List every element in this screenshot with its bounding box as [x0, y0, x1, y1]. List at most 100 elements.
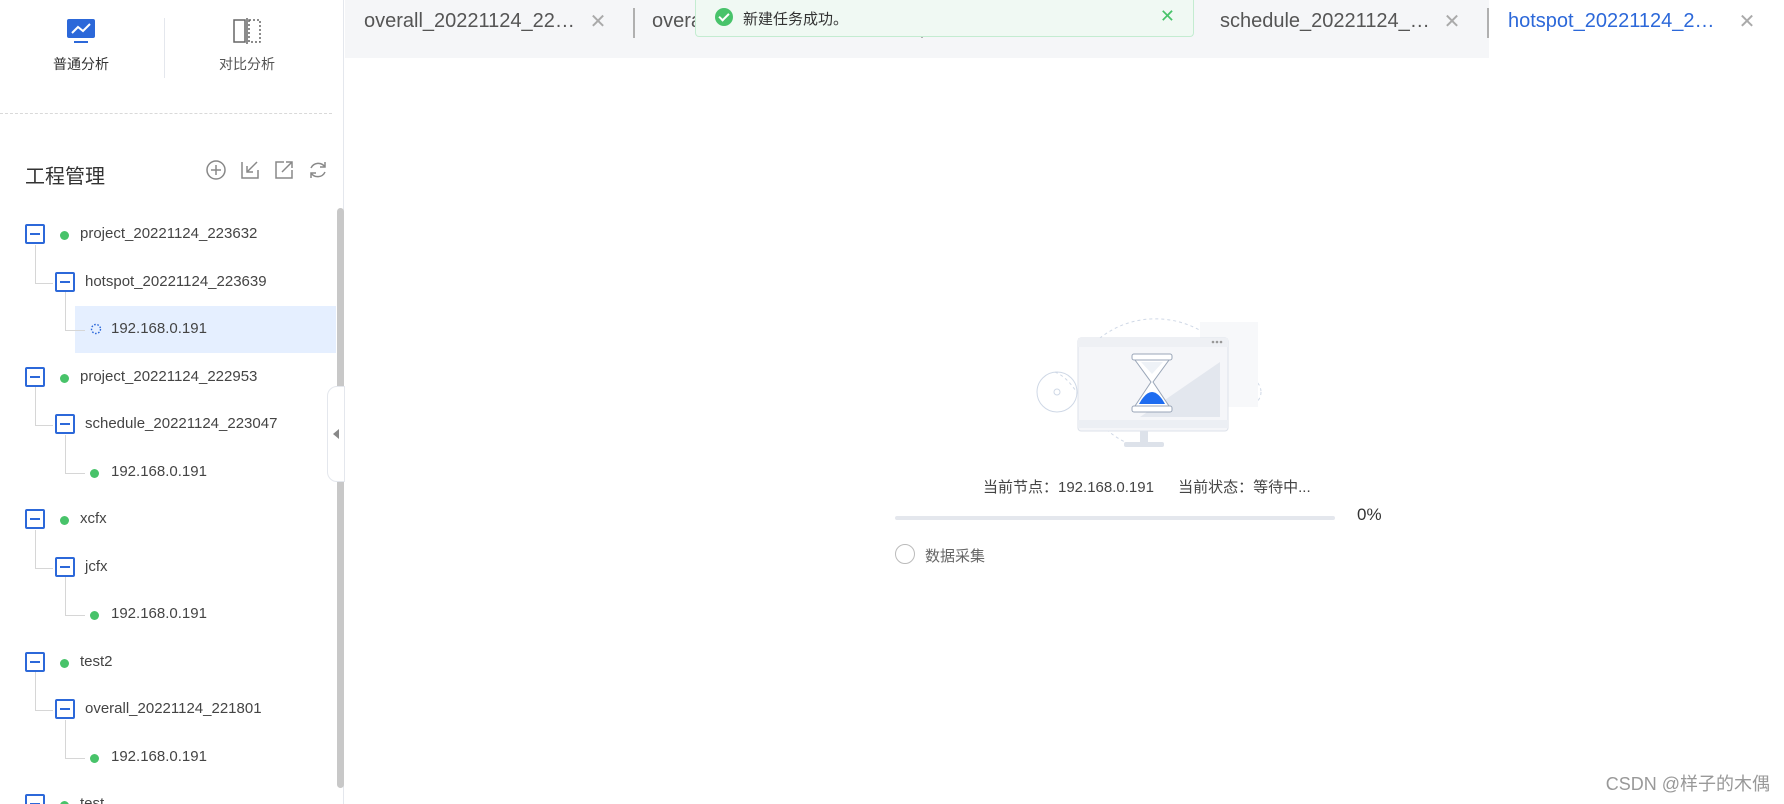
tree-node-label: hotspot_20221124_223639 — [85, 273, 267, 290]
project-manager-title: 工程管理 — [25, 166, 105, 188]
compare-analysis-label: 对比分析 — [219, 56, 275, 72]
status-dot — [90, 754, 99, 763]
tree-scrollbar[interactable] — [337, 208, 344, 788]
compare-analysis-button[interactable]: 对比分析 — [172, 16, 322, 86]
close-icon[interactable]: ✕ — [1160, 6, 1175, 27]
project-tree: project_20221124_223632 hotspot_20221124_… — [0, 211, 336, 804]
tree-connector — [65, 292, 66, 330]
tab-label: overall_20221124_22… — [364, 10, 575, 32]
tree-connector — [65, 615, 85, 616]
check-circle-icon — [715, 8, 733, 26]
tab[interactable]: hotspot_20221124_2… ✕ — [1489, 0, 1784, 58]
step-radio — [895, 544, 915, 564]
tab-label: schedule_20221124_… — [1220, 10, 1430, 32]
progress-percent: 0% — [1357, 505, 1382, 524]
tree-node[interactable]: hotspot_20221124_223639 — [0, 245, 336, 306]
tree-connector — [35, 245, 36, 283]
mode-divider — [164, 18, 165, 78]
tree-node-label: 192.168.0.191 — [111, 463, 207, 480]
status-dot — [90, 469, 99, 478]
sidebar-collapse-handle[interactable] — [327, 386, 345, 482]
tree-node[interactable]: project_20221124_222953 — [0, 354, 336, 401]
tree-node-label: 192.168.0.191 — [111, 320, 207, 337]
waiting-hourglass-illustration — [1036, 318, 1262, 447]
step-label: 数据采集 — [925, 548, 986, 565]
tree-connector — [65, 758, 85, 759]
tab[interactable]: schedule_20221124_… ✕ — [1201, 0, 1489, 58]
refresh-icon[interactable] — [306, 158, 330, 182]
tree-connector — [65, 330, 85, 331]
add-circle-icon[interactable] — [204, 158, 228, 182]
task-status-line: 当前节点：192.168.0.191 当前状态：等待中... — [983, 476, 1311, 497]
loading-spinner-icon — [90, 323, 102, 335]
success-toast: 新建任务成功。 ✕ — [695, 0, 1194, 37]
collapse-toggle-icon[interactable] — [55, 699, 75, 719]
collapse-toggle-icon[interactable] — [25, 509, 45, 529]
tree-node[interactable]: 192.168.0.191 — [0, 577, 336, 638]
collapse-toggle-icon[interactable] — [25, 794, 45, 804]
tree-node-label: test2 — [80, 653, 113, 670]
current-node-text: 当前节点：192.168.0.191 — [983, 479, 1154, 496]
tree-node[interactable]: jcfx — [0, 530, 336, 591]
tree-connector — [65, 473, 85, 474]
project-manager-tools — [204, 158, 330, 184]
tree-connector — [35, 710, 53, 711]
project-manager-header: 工程管理 — [25, 158, 330, 188]
status-dot — [60, 231, 69, 240]
collapse-toggle-icon[interactable] — [55, 557, 75, 577]
normal-analysis-label: 普通分析 — [53, 56, 109, 72]
tree-node[interactable]: project_20221124_223632 — [0, 211, 336, 258]
import-icon[interactable] — [238, 158, 262, 182]
tree-node-label: jcfx — [85, 558, 108, 575]
collapse-toggle-icon[interactable] — [25, 652, 45, 672]
tree-connector — [65, 435, 66, 473]
tree-node-label: 192.168.0.191 — [111, 748, 207, 765]
collapse-toggle-icon[interactable] — [55, 414, 75, 434]
close-icon[interactable]: ✕ — [1736, 12, 1758, 34]
tree-node[interactable]: overall_20221124_221801 — [0, 672, 336, 733]
tree-node[interactable]: test2 — [0, 639, 336, 686]
tree-connector — [35, 568, 53, 569]
tree-node[interactable]: xcfx — [0, 496, 336, 543]
tree-connector — [35, 425, 53, 426]
tree-node-label: xcfx — [80, 510, 107, 527]
tree-node[interactable]: 192.168.0.191 — [0, 720, 336, 781]
tree-node-label: test — [80, 795, 105, 804]
collapse-toggle-icon[interactable] — [25, 224, 45, 244]
tree-connector — [65, 720, 66, 758]
status-dot — [60, 516, 69, 525]
sidebar: 普通分析 对比分析 工程管理 project_20221124_223632 h… — [0, 0, 345, 804]
tree-connector — [35, 672, 36, 710]
tree-connector — [65, 577, 66, 615]
tree-node[interactable]: 192.168.0.191 — [0, 435, 336, 496]
collapse-toggle-icon[interactable] — [25, 367, 45, 387]
toast-message: 新建任务成功。 — [743, 11, 849, 28]
tree-connector — [35, 387, 36, 425]
status-dot — [60, 374, 69, 383]
tree-node-label: project_20221124_222953 — [80, 368, 258, 385]
normal-analysis-button[interactable]: 普通分析 — [6, 16, 156, 86]
current-status-text: 当前状态：等待中... — [1178, 479, 1311, 496]
task-progress-bar — [895, 516, 1335, 520]
close-icon[interactable]: ✕ — [1441, 12, 1463, 34]
tree-connector — [35, 530, 36, 568]
tree-node-label: overall_20221124_221801 — [85, 700, 262, 717]
chart-monitor-icon — [67, 19, 95, 43]
analysis-mode-switch: 普通分析 对比分析 — [0, 0, 332, 114]
tree-node[interactable]: 192.168.0.191 — [0, 292, 336, 353]
collapse-toggle-icon[interactable] — [55, 272, 75, 292]
tree-node[interactable]: schedule_20221124_223047 — [0, 387, 336, 448]
compare-panel-icon — [233, 18, 261, 44]
tree-node-label: schedule_20221124_223047 — [85, 415, 278, 432]
main-panel: 当前节点：192.168.0.191 当前状态：等待中... 0% 数据采集 — [345, 58, 1784, 804]
tree-node-label: 192.168.0.191 — [111, 605, 207, 622]
tree-node-label: project_20221124_223632 — [80, 225, 258, 242]
watermark: CSDN @样子的木偶 — [1605, 774, 1770, 794]
status-dot — [90, 611, 99, 620]
tab[interactable]: overall_20221124_22… ✕ — [345, 0, 635, 58]
export-icon[interactable] — [272, 158, 296, 182]
status-dot — [60, 659, 69, 668]
tree-node[interactable]: test — [0, 781, 336, 804]
close-icon[interactable]: ✕ — [587, 12, 609, 34]
tree-connector — [35, 283, 53, 284]
